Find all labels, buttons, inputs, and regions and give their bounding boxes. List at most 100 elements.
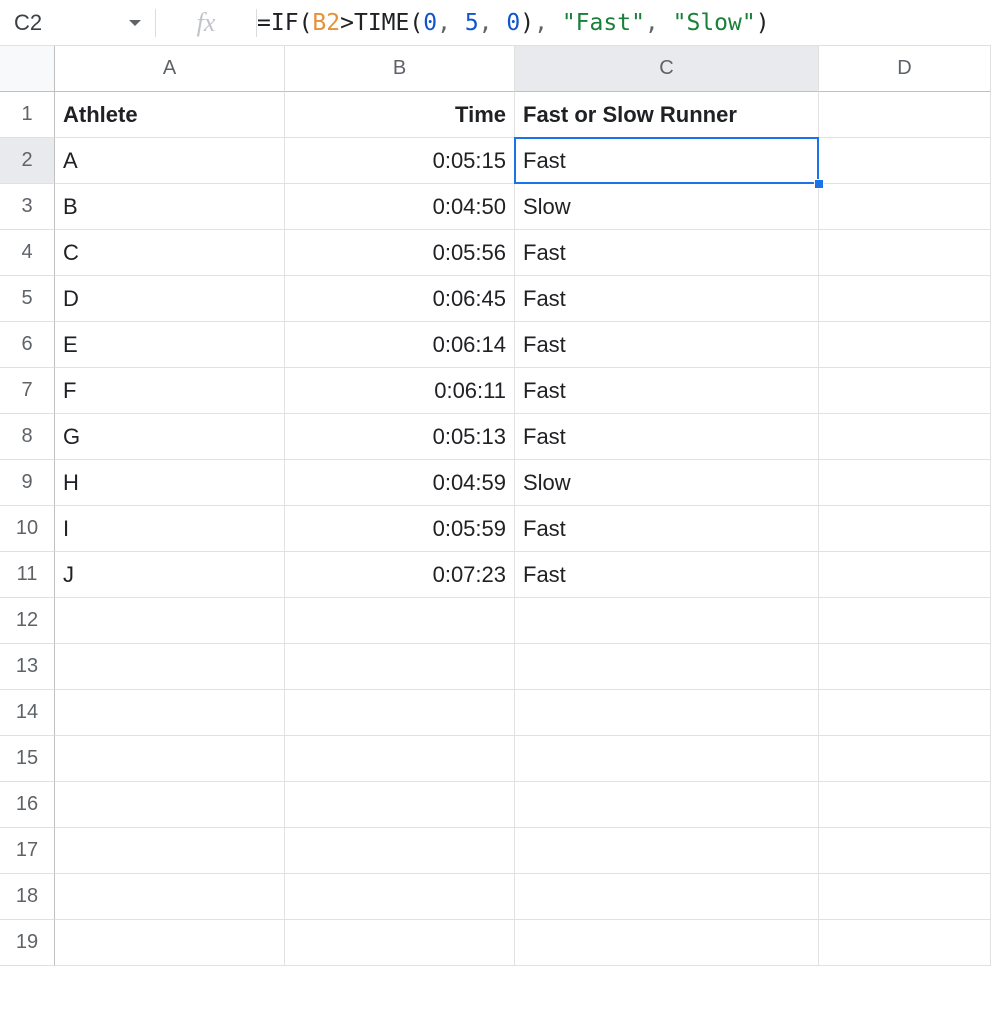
cell[interactable] <box>819 368 991 414</box>
row-header[interactable]: 16 <box>0 782 55 828</box>
row-header[interactable]: 1 <box>0 92 55 138</box>
cell[interactable] <box>819 736 991 782</box>
cell[interactable] <box>819 874 991 920</box>
cell[interactable]: 0:05:59 <box>285 506 515 552</box>
cell[interactable] <box>819 552 991 598</box>
cell[interactable] <box>285 598 515 644</box>
cell[interactable] <box>515 920 819 966</box>
cell[interactable] <box>55 782 285 828</box>
cell[interactable]: Fast or Slow Runner <box>515 92 819 138</box>
cell[interactable] <box>55 736 285 782</box>
cell[interactable] <box>515 736 819 782</box>
cell[interactable] <box>515 598 819 644</box>
cell[interactable]: Slow <box>515 460 819 506</box>
cell[interactable]: A <box>55 138 285 184</box>
cell[interactable]: 0:07:23 <box>285 552 515 598</box>
cell[interactable] <box>819 644 991 690</box>
cell[interactable] <box>819 230 991 276</box>
cell[interactable]: 0:06:11 <box>285 368 515 414</box>
cell[interactable]: H <box>55 460 285 506</box>
cell[interactable]: Fast <box>515 552 819 598</box>
cell[interactable] <box>819 828 991 874</box>
cell[interactable] <box>819 920 991 966</box>
cell[interactable] <box>285 874 515 920</box>
row-header[interactable]: 10 <box>0 506 55 552</box>
cell[interactable]: B <box>55 184 285 230</box>
name-box[interactable]: C2 <box>0 0 155 45</box>
row-header[interactable]: 8 <box>0 414 55 460</box>
cell[interactable] <box>55 644 285 690</box>
row-header[interactable]: 3 <box>0 184 55 230</box>
cell[interactable]: Fast <box>515 414 819 460</box>
chevron-down-icon[interactable] <box>129 20 141 26</box>
cell[interactable]: 0:05:15 <box>285 138 515 184</box>
cell[interactable] <box>55 828 285 874</box>
cell[interactable]: Fast <box>515 368 819 414</box>
cell[interactable] <box>515 874 819 920</box>
cell[interactable]: Fast <box>515 138 819 184</box>
cell[interactable]: I <box>55 506 285 552</box>
cell[interactable] <box>819 506 991 552</box>
row-header[interactable]: 14 <box>0 690 55 736</box>
cell[interactable] <box>819 460 991 506</box>
cell[interactable] <box>819 690 991 736</box>
row-header[interactable]: 17 <box>0 828 55 874</box>
cell[interactable]: 0:05:13 <box>285 414 515 460</box>
cell[interactable] <box>285 690 515 736</box>
cell[interactable] <box>55 920 285 966</box>
row-header[interactable]: 9 <box>0 460 55 506</box>
cell[interactable] <box>55 690 285 736</box>
cell[interactable] <box>819 598 991 644</box>
row-header[interactable]: 2 <box>0 138 55 184</box>
cell[interactable]: J <box>55 552 285 598</box>
cell[interactable]: Athlete <box>55 92 285 138</box>
row-header[interactable]: 6 <box>0 322 55 368</box>
row-header[interactable]: 18 <box>0 874 55 920</box>
row-header[interactable]: 7 <box>0 368 55 414</box>
cell[interactable] <box>819 138 991 184</box>
formula-input[interactable]: =IF(B2>TIME(0, 5, 0), "Fast", "Slow") <box>257 10 991 36</box>
row-header[interactable]: 13 <box>0 644 55 690</box>
cell[interactable] <box>819 322 991 368</box>
cell[interactable]: 0:04:50 <box>285 184 515 230</box>
row-header[interactable]: 15 <box>0 736 55 782</box>
cell[interactable] <box>819 184 991 230</box>
cell[interactable]: Fast <box>515 506 819 552</box>
cell[interactable]: E <box>55 322 285 368</box>
cell[interactable]: Fast <box>515 230 819 276</box>
cell[interactable] <box>515 782 819 828</box>
cell[interactable] <box>285 920 515 966</box>
cell[interactable] <box>515 690 819 736</box>
row-header[interactable]: 11 <box>0 552 55 598</box>
cell[interactable]: Time <box>285 92 515 138</box>
cell[interactable]: 0:05:56 <box>285 230 515 276</box>
cell[interactable] <box>285 828 515 874</box>
spreadsheet-grid[interactable]: ABCD1AthleteTimeFast or Slow Runner2A0:0… <box>0 46 991 966</box>
cell[interactable]: F <box>55 368 285 414</box>
column-header[interactable]: C <box>515 46 819 92</box>
cell[interactable]: 0:04:59 <box>285 460 515 506</box>
row-header[interactable]: 4 <box>0 230 55 276</box>
cell[interactable] <box>515 644 819 690</box>
cell[interactable] <box>285 782 515 828</box>
column-header[interactable]: D <box>819 46 991 92</box>
fill-handle[interactable] <box>814 179 824 189</box>
column-header[interactable]: A <box>55 46 285 92</box>
cell[interactable] <box>285 644 515 690</box>
cell[interactable] <box>515 828 819 874</box>
select-all-corner[interactable] <box>0 46 55 92</box>
cell[interactable]: 0:06:14 <box>285 322 515 368</box>
cell[interactable]: Slow <box>515 184 819 230</box>
row-header[interactable]: 12 <box>0 598 55 644</box>
cell[interactable] <box>285 736 515 782</box>
cell[interactable] <box>819 782 991 828</box>
cell[interactable] <box>55 874 285 920</box>
cell[interactable]: 0:06:45 <box>285 276 515 322</box>
row-header[interactable]: 5 <box>0 276 55 322</box>
row-header[interactable]: 19 <box>0 920 55 966</box>
cell[interactable]: D <box>55 276 285 322</box>
cell[interactable]: Fast <box>515 322 819 368</box>
cell[interactable]: G <box>55 414 285 460</box>
cell[interactable] <box>819 414 991 460</box>
cell[interactable] <box>55 598 285 644</box>
